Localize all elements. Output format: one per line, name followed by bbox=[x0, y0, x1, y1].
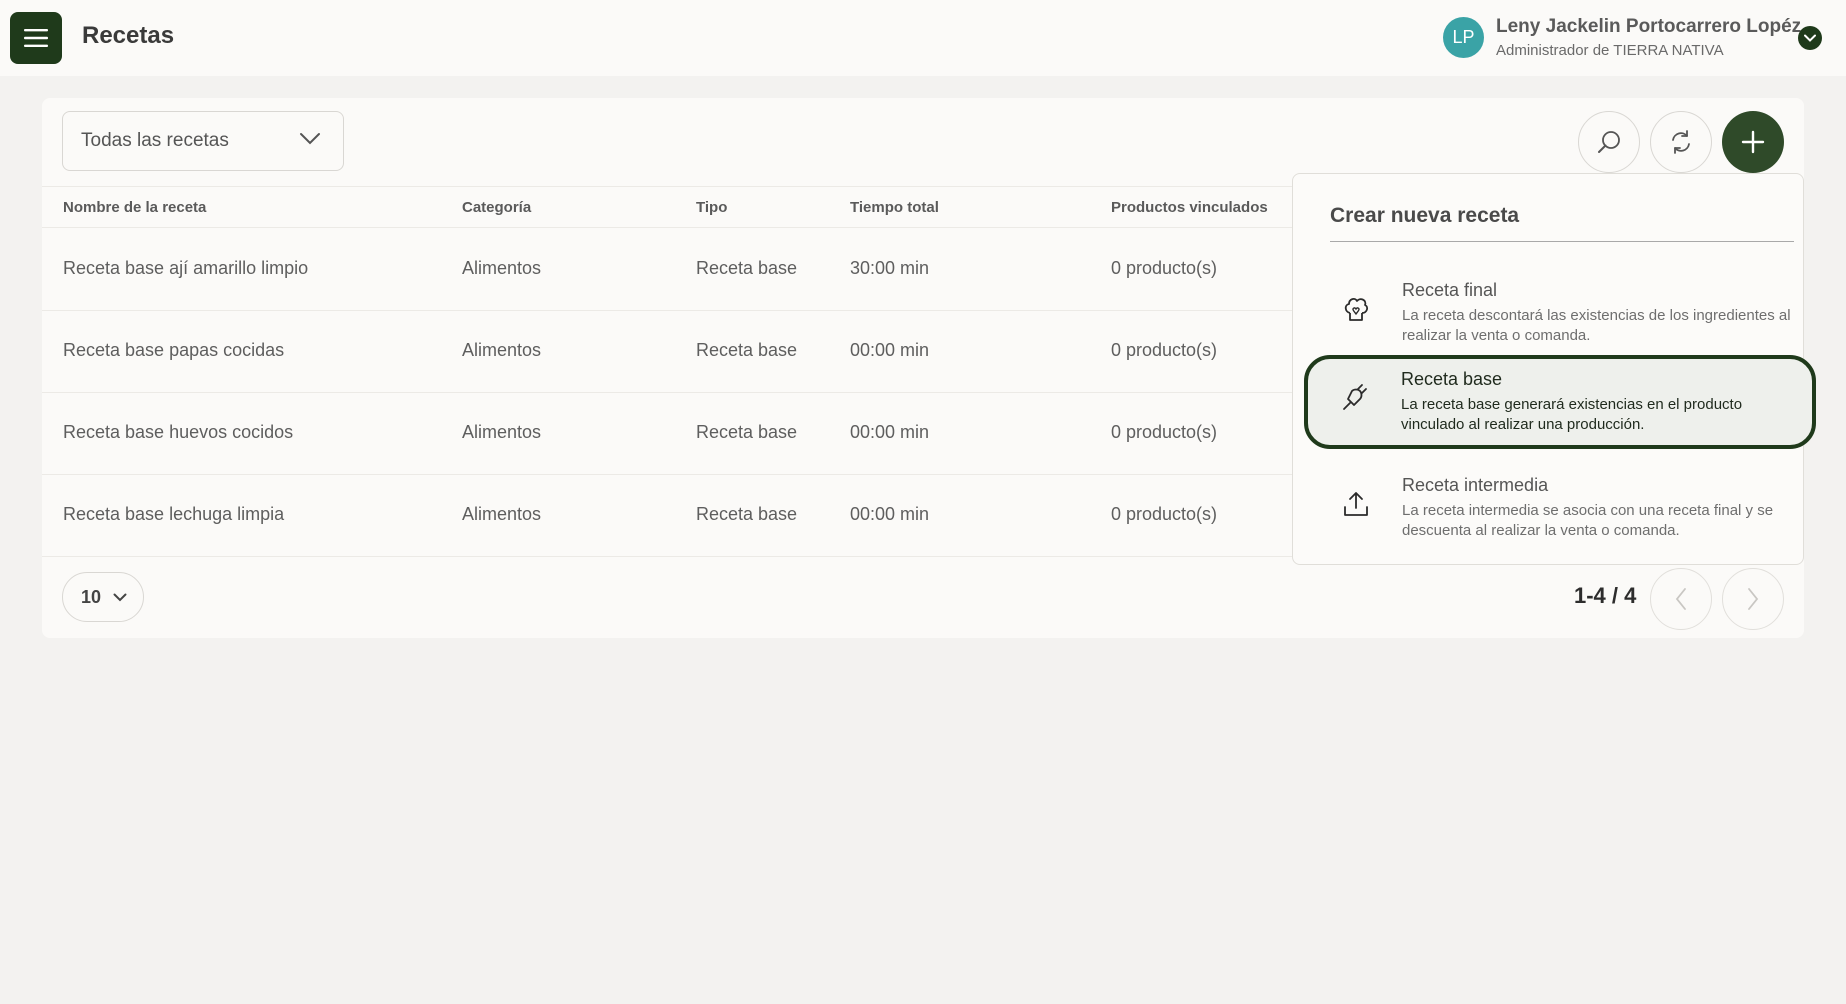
refresh-icon bbox=[1672, 130, 1690, 154]
refresh-button[interactable] bbox=[1650, 111, 1712, 173]
top-bar: Recetas LP Leny Jackelin Portocarrero Lo… bbox=[0, 0, 1846, 76]
recipe-type: Receta base bbox=[696, 504, 798, 524]
recipe-products: 0 producto(s) bbox=[1111, 422, 1218, 442]
column-header[interactable]: Nombre de la receta bbox=[63, 199, 206, 216]
user-role: Administrador de TIERRA NATIVA bbox=[1496, 42, 1724, 59]
column-header[interactable]: Productos vinculados bbox=[1111, 199, 1268, 216]
chevron-down-icon bbox=[300, 133, 320, 145]
page-size-select[interactable]: 10 bbox=[62, 572, 144, 622]
search-button[interactable] bbox=[1578, 111, 1640, 173]
option-title: Receta base bbox=[1401, 369, 1503, 389]
avatar[interactable]: LP bbox=[1443, 17, 1484, 58]
user-menu-button[interactable] bbox=[1798, 26, 1822, 50]
chevron-down-icon bbox=[113, 593, 127, 602]
page-size-value: 10 bbox=[81, 586, 102, 607]
page-title: Recetas bbox=[82, 22, 175, 49]
column-header[interactable]: Tipo bbox=[696, 199, 727, 216]
recipe-type: Receta base bbox=[696, 340, 798, 360]
option-description: La receta intermedia se asocia con una r… bbox=[1402, 502, 1774, 539]
plug-icon bbox=[1343, 384, 1367, 410]
recipe-time: 00:00 min bbox=[850, 504, 930, 524]
recipe-products: 0 producto(s) bbox=[1111, 504, 1218, 524]
column-header[interactable]: Tiempo total bbox=[850, 199, 939, 216]
recipe-type: Receta base bbox=[696, 258, 798, 278]
next-page-button[interactable] bbox=[1722, 568, 1784, 630]
recipe-name: Receta base huevos cocidos bbox=[63, 422, 294, 442]
recipe-name: Receta base papas cocidas bbox=[63, 340, 285, 360]
column-header[interactable]: Categoría bbox=[462, 199, 531, 216]
option-receta-intermedia[interactable]: Receta intermedia La receta intermedia s… bbox=[1305, 461, 1815, 555]
recipe-time: 00:00 min bbox=[850, 422, 930, 442]
option-receta-base[interactable]: Receta base La receta base generará exis… bbox=[1304, 355, 1816, 449]
create-menu-title: Crear nueva receta bbox=[1330, 204, 1520, 227]
option-title: Receta intermedia bbox=[1402, 475, 1549, 495]
chevron-right-icon bbox=[1748, 588, 1759, 610]
recipe-type: Receta base bbox=[696, 422, 798, 442]
recipe-products: 0 producto(s) bbox=[1111, 258, 1218, 278]
recipe-name: Receta base ají amarillo limpio bbox=[63, 258, 309, 278]
option-title: Receta final bbox=[1402, 280, 1498, 300]
option-description: La receta descontará las existencias de … bbox=[1402, 307, 1791, 344]
upload-icon bbox=[1344, 492, 1368, 516]
recipe-time: 00:00 min bbox=[850, 340, 930, 360]
filter-value: Todas las recetas bbox=[81, 130, 229, 151]
chevron-down-icon bbox=[1804, 34, 1816, 42]
recipe-filter-select[interactable]: Todas las recetas bbox=[62, 111, 344, 171]
recipe-category: Alimentos bbox=[462, 422, 542, 442]
recipe-products: 0 producto(s) bbox=[1111, 340, 1218, 360]
option-receta-final[interactable]: Receta final La receta descontará las ex… bbox=[1305, 266, 1815, 360]
create-recipe-menu: Crear nueva receta Receta final La recet… bbox=[1292, 173, 1816, 565]
recipe-category: Alimentos bbox=[462, 340, 542, 360]
plus-icon bbox=[1741, 130, 1765, 154]
recipe-category: Alimentos bbox=[462, 504, 542, 524]
recipe-category: Alimentos bbox=[462, 258, 542, 278]
previous-page-button[interactable] bbox=[1650, 568, 1712, 630]
divider bbox=[1330, 241, 1794, 242]
hamburger-icon bbox=[24, 29, 48, 47]
recipe-name: Receta base lechuga limpia bbox=[63, 504, 285, 524]
menu-button[interactable] bbox=[10, 12, 62, 64]
chevron-left-icon bbox=[1675, 588, 1686, 610]
search-icon bbox=[1598, 131, 1620, 153]
recipe-time: 30:00 min bbox=[850, 258, 930, 278]
option-description: La receta base generará existencias en e… bbox=[1401, 396, 1743, 433]
pagination-range: 1-4 / 4 bbox=[1574, 583, 1637, 608]
chef-hat-icon bbox=[1344, 297, 1369, 321]
add-recipe-button[interactable] bbox=[1722, 111, 1784, 173]
user-name: Leny Jackelin Portocarrero Lopéz bbox=[1496, 16, 1802, 37]
